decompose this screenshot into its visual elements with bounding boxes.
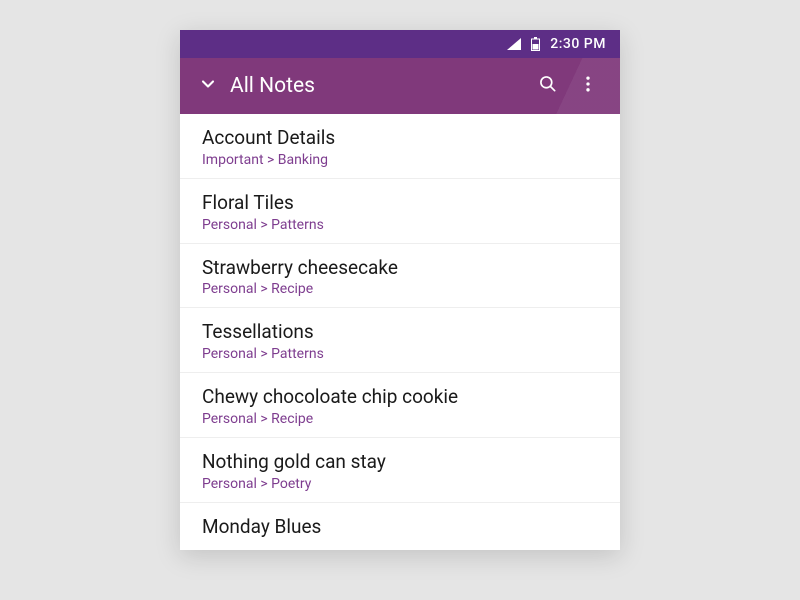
app-bar: All Notes: [180, 58, 620, 114]
status-time: 2:30 PM: [550, 36, 606, 52]
note-title: Nothing gold can stay: [202, 450, 598, 474]
more-vert-icon: [578, 74, 598, 98]
chevron-down-icon: [198, 74, 218, 98]
overflow-menu-button[interactable]: [568, 66, 608, 106]
note-path: Personal > Recipe: [202, 281, 598, 297]
status-bar: 2:30 PM: [180, 30, 620, 58]
appbar-title: All Notes: [230, 74, 528, 98]
search-icon: [538, 74, 558, 98]
note-row[interactable]: Account Details Important > Banking: [180, 114, 620, 179]
battery-icon: [531, 37, 540, 51]
note-path: Important > Banking: [202, 152, 598, 168]
search-button[interactable]: [528, 66, 568, 106]
phone-frame: 2:30 PM All Notes Account Details Import…: [180, 30, 620, 550]
note-row[interactable]: Chewy chocoloate chip cookie Personal > …: [180, 373, 620, 438]
note-path: Personal > Patterns: [202, 217, 598, 233]
note-row[interactable]: Monday Blues: [180, 503, 620, 551]
note-path: Personal > Patterns: [202, 346, 598, 362]
note-title: Account Details: [202, 126, 598, 150]
note-title: Chewy chocoloate chip cookie: [202, 385, 598, 409]
note-title: Floral Tiles: [202, 191, 598, 215]
note-title: Monday Blues: [202, 515, 598, 539]
dropdown-toggle[interactable]: [192, 70, 224, 102]
note-row[interactable]: Floral Tiles Personal > Patterns: [180, 179, 620, 244]
notes-list: Account Details Important > Banking Flor…: [180, 114, 620, 550]
note-row[interactable]: Tessellations Personal > Patterns: [180, 308, 620, 373]
note-title: Strawberry cheesecake: [202, 256, 598, 280]
note-row[interactable]: Nothing gold can stay Personal > Poetry: [180, 438, 620, 503]
note-title: Tessellations: [202, 320, 598, 344]
note-path: Personal > Poetry: [202, 476, 598, 492]
note-row[interactable]: Strawberry cheesecake Personal > Recipe: [180, 244, 620, 309]
signal-icon: [507, 38, 521, 50]
note-path: Personal > Recipe: [202, 411, 598, 427]
